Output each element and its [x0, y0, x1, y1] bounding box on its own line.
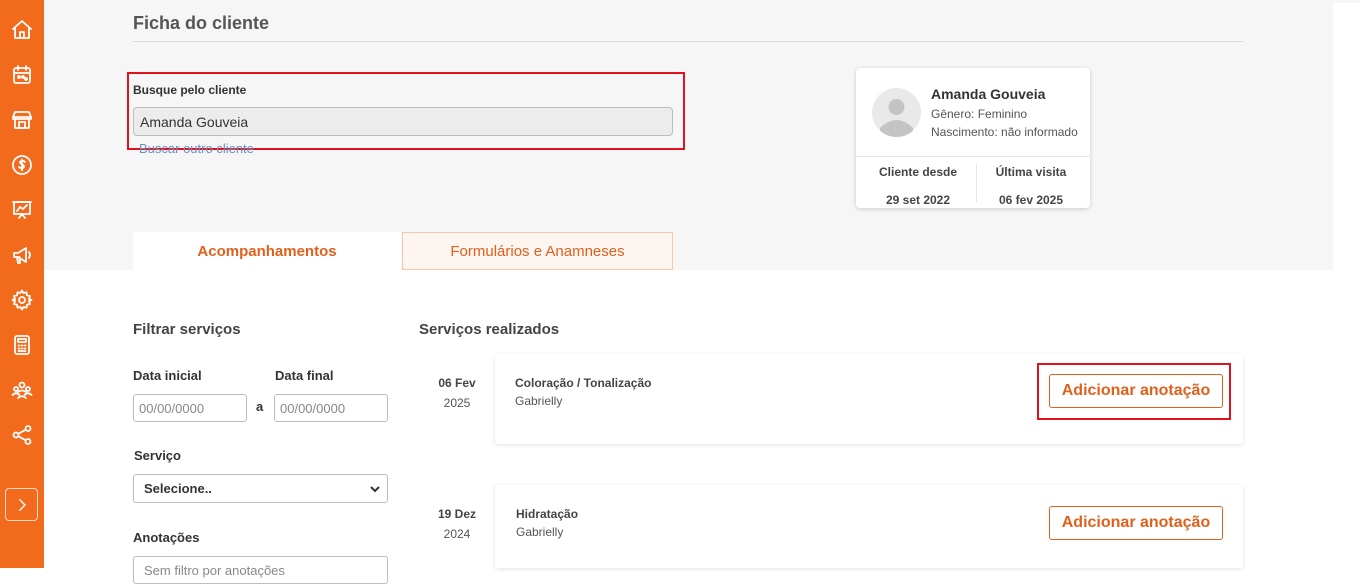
avatar [872, 88, 921, 137]
start-date-input[interactable] [133, 394, 247, 422]
last-visit-stat: Última visita 06 fev 2025 [972, 165, 1090, 207]
store-icon[interactable] [9, 107, 35, 133]
client-since-value: 29 set 2022 [885, 193, 951, 207]
sidebar [0, 0, 44, 568]
client-birth: Nascimento: não informado [931, 125, 1078, 139]
calendar-icon[interactable] [9, 62, 35, 88]
service-select[interactable]: Selecione.. [133, 474, 388, 503]
chevron-right-icon [18, 498, 26, 511]
dollar-icon[interactable] [9, 152, 35, 178]
service-name: Coloração / Tonalização [515, 376, 652, 390]
add-note-button[interactable]: Adicionar anotação [1049, 506, 1223, 540]
service-date: 19 Dez 2024 [422, 507, 492, 541]
calculator-icon[interactable] [9, 332, 35, 358]
service-year: 2025 [443, 396, 471, 410]
services-title: Serviços realizados [419, 321, 560, 338]
page-title: Ficha do cliente [133, 13, 270, 33]
share-icon[interactable] [9, 422, 35, 448]
service-card: Hidratação Gabrielly Adicionar anotação [495, 485, 1243, 568]
date-separator: a [256, 399, 264, 414]
client-search-input[interactable] [133, 107, 673, 136]
service-year: 2024 [443, 527, 471, 541]
title-divider [133, 41, 1243, 42]
client-card: Amanda Gouveia Gênero: Feminino Nascimen… [856, 68, 1090, 208]
notes-label: Anotações [133, 530, 200, 545]
service-day: 06 Fev [438, 376, 476, 390]
client-since-stat: Cliente desde 29 set 2022 [859, 165, 977, 207]
last-visit-value: 06 fev 2025 [998, 193, 1064, 207]
start-date-label: Data inicial [133, 368, 202, 383]
end-date-label: Data final [275, 368, 334, 383]
end-date-input[interactable] [274, 394, 388, 422]
users-icon[interactable] [9, 377, 35, 403]
notes-filter-input[interactable] [133, 556, 388, 584]
user-avatar-icon [880, 99, 913, 137]
sidebar-expand-button[interactable] [5, 488, 38, 521]
service-label: Serviço [134, 448, 181, 463]
search-other-client-link[interactable]: Buscar outro cliente [139, 141, 254, 156]
service-professional: Gabrielly [515, 394, 563, 408]
service-professional: Gabrielly [516, 525, 564, 539]
service-name: Hidratação [516, 507, 579, 521]
megaphone-icon[interactable] [9, 242, 35, 268]
tab-formularios-anamneses[interactable]: Formulários e Anamneses [402, 232, 673, 270]
client-name: Amanda Gouveia [931, 86, 1046, 102]
service-select-value: Selecione.. [144, 481, 212, 496]
client-gender: Gênero: Feminino [931, 107, 1028, 121]
search-label: Busque pelo cliente [133, 83, 247, 97]
gear-icon[interactable] [9, 287, 35, 313]
tab-acompanhamentos[interactable]: Acompanhamentos [133, 232, 401, 270]
add-note-highlight-box [1037, 363, 1231, 420]
service-day: 19 Dez [437, 507, 477, 521]
client-since-label: Cliente desde [878, 165, 958, 179]
card-divider [856, 156, 1090, 157]
filters-title: Filtrar serviços [133, 321, 241, 338]
presentation-chart-icon[interactable] [9, 197, 35, 223]
chevron-down-icon [370, 486, 380, 493]
home-icon[interactable] [9, 17, 35, 43]
service-date: 06 Fev 2025 [422, 376, 492, 410]
last-visit-label: Última visita [995, 165, 1067, 179]
